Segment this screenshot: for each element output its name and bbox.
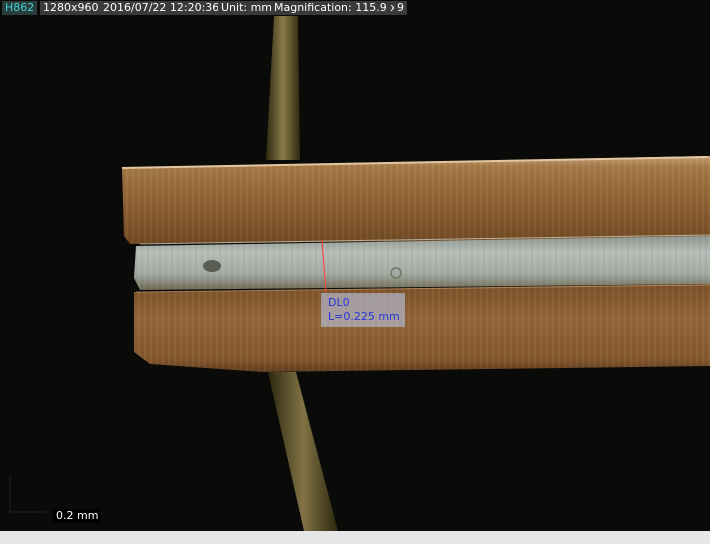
magnification-label: Magnification: 115.9 x	[271, 1, 400, 15]
status-bar	[0, 531, 710, 544]
copper-bottom-texture	[134, 284, 710, 372]
measurement-name: DL0	[328, 296, 350, 309]
void-1	[203, 260, 221, 272]
microscope-view: H862 1280x960 2016/07/22 12:20:36 Unit: …	[0, 0, 710, 544]
scale-bar-label: 0.2 mm	[53, 509, 102, 523]
micrograph-scene	[0, 0, 710, 544]
unit-label: Unit: mm	[218, 1, 276, 15]
measurement-annotation[interactable]: DL0 L=0.225 mm	[321, 293, 405, 327]
image-id-badge: H862	[2, 1, 38, 15]
resolution-label: 1280x960	[40, 1, 102, 15]
frame-label: 9	[394, 1, 407, 15]
datetime-label: 2016/07/22 12:20:36	[100, 1, 223, 15]
measurement-length: L=0.225 mm	[328, 310, 400, 323]
copper-top-texture	[122, 156, 710, 244]
